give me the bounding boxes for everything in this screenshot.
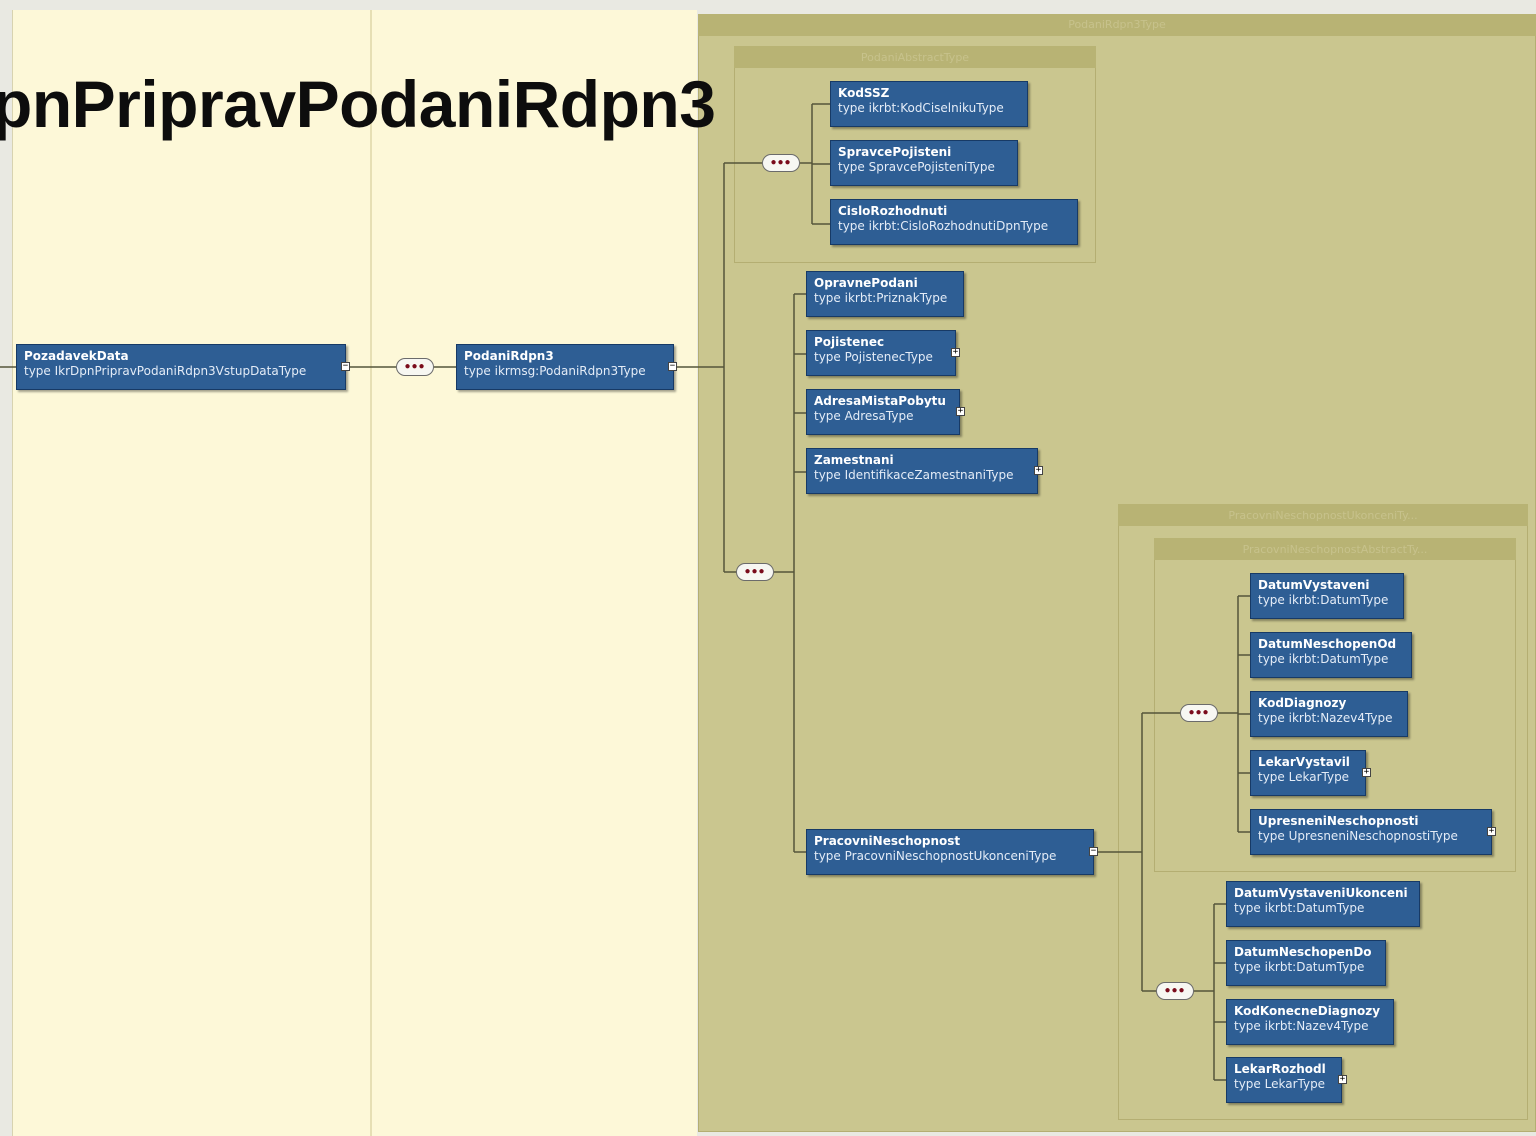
node-name: KodDiagnozy bbox=[1258, 696, 1347, 710]
node-type: type ikrbt:DatumType bbox=[1234, 960, 1365, 974]
node-name: PracovniNeschopnost bbox=[814, 834, 961, 848]
node-datumvystaveniukonceni[interactable]: DatumVystaveniUkonceni type ikrbt:DatumT… bbox=[1226, 881, 1420, 927]
node-name: DatumVystaveni bbox=[1258, 578, 1370, 592]
node-name: CisloRozhodnuti bbox=[838, 204, 948, 218]
node-name: KodSSZ bbox=[838, 86, 890, 100]
node-type: type IdentifikaceZamestnaniType bbox=[814, 468, 1014, 482]
node-name: KodKonecneDiagnozy bbox=[1234, 1004, 1381, 1018]
node-name: LekarRozhodl bbox=[1234, 1062, 1326, 1076]
collapse-icon[interactable]: − bbox=[341, 362, 350, 371]
collapse-icon[interactable]: − bbox=[668, 362, 677, 371]
node-name: PozadavekData bbox=[24, 349, 129, 363]
node-type: type ikrbt:Nazev4Type bbox=[1234, 1019, 1369, 1033]
node-type: type LekarType bbox=[1234, 1077, 1326, 1091]
node-name: UpresneniNeschopnosti bbox=[1258, 814, 1419, 828]
node-datumneschopendo[interactable]: DatumNeschopenDo type ikrbt:DatumType bbox=[1226, 940, 1386, 986]
node-lekarvystavil[interactable]: LekarVystavil type LekarType bbox=[1250, 750, 1366, 796]
node-cislorozhodnuti[interactable]: CisloRozhodnuti type ikrbt:CisloRozhodnu… bbox=[830, 199, 1078, 245]
node-type: type ikrbt:PriznakType bbox=[814, 291, 948, 305]
node-name: Zamestnani bbox=[814, 453, 894, 467]
expand-icon[interactable]: + bbox=[1338, 1075, 1347, 1084]
expand-icon[interactable]: + bbox=[956, 407, 965, 416]
node-kodssz[interactable]: KodSSZ type ikrbt:KodCiselnikuType bbox=[830, 81, 1028, 127]
node-type: type ikrbt:DatumType bbox=[1234, 901, 1365, 915]
sequence-compositor[interactable]: ●●● bbox=[1156, 982, 1194, 1000]
node-name: DatumVystaveniUkonceni bbox=[1234, 886, 1408, 900]
node-type: type PojistenecType bbox=[814, 350, 933, 364]
node-zamestnani[interactable]: Zamestnani type IdentifikaceZamestnaniTy… bbox=[806, 448, 1038, 494]
node-name: PodaniRdpn3 bbox=[464, 349, 554, 363]
node-podanirdpn3[interactable]: PodaniRdpn3 type ikrmsg:PodaniRdpn3Type bbox=[456, 344, 674, 390]
node-pojistenec[interactable]: Pojistenec type PojistenecType bbox=[806, 330, 956, 376]
sequence-compositor[interactable]: ●●● bbox=[736, 563, 774, 581]
node-datumneschopenod[interactable]: DatumNeschopenOd type ikrbt:DatumType bbox=[1250, 632, 1412, 678]
node-kodkonecnediagnozy[interactable]: KodKonecneDiagnozy type ikrbt:Nazev4Type bbox=[1226, 999, 1394, 1045]
node-adresamistapobytu[interactable]: AdresaMistaPobytu type AdresaType bbox=[806, 389, 960, 435]
node-type: type PracovniNeschopnostUkonceniType bbox=[814, 849, 1057, 863]
node-type: type IkrDpnPripravPodaniRdpn3VstupDataTy… bbox=[24, 364, 307, 378]
node-datumvystaveni[interactable]: DatumVystaveni type ikrbt:DatumType bbox=[1250, 573, 1404, 619]
expand-icon[interactable]: + bbox=[1487, 827, 1496, 836]
node-upresnenineschopnosti[interactable]: UpresneniNeschopnosti type UpresneniNesc… bbox=[1250, 809, 1492, 855]
collapse-icon[interactable]: − bbox=[1089, 847, 1098, 856]
node-name: OpravnePodani bbox=[814, 276, 918, 290]
expand-icon[interactable]: + bbox=[1362, 768, 1371, 777]
node-type: type ikrbt:Nazev4Type bbox=[1258, 711, 1393, 725]
sequence-compositor[interactable]: ●●● bbox=[1180, 704, 1218, 722]
diagram-canvas: PodaniRdpn3Type PodaniAbstractType Praco… bbox=[0, 0, 1536, 1136]
sequence-compositor[interactable]: ●●● bbox=[762, 154, 800, 172]
node-type: type ikrmsg:PodaniRdpn3Type bbox=[464, 364, 646, 378]
sequence-compositor[interactable]: ●●● bbox=[396, 358, 434, 376]
node-type: type ikrbt:DatumType bbox=[1258, 652, 1389, 666]
node-type: type ikrbt:CisloRozhodnutiDpnType bbox=[838, 219, 1049, 233]
node-name: LekarVystavil bbox=[1258, 755, 1350, 769]
node-name: DatumNeschopenDo bbox=[1234, 945, 1372, 959]
node-type: type AdresaType bbox=[814, 409, 914, 423]
node-name: DatumNeschopenOd bbox=[1258, 637, 1397, 651]
node-lekarrozhodl[interactable]: LekarRozhodl type LekarType bbox=[1226, 1057, 1342, 1103]
node-pozadavekdata[interactable]: PozadavekData type IkrDpnPripravPodaniRd… bbox=[16, 344, 346, 390]
node-opravnepodani[interactable]: OpravnePodani type ikrbt:PriznakType bbox=[806, 271, 964, 317]
node-type: type UpresneniNeschopnostiType bbox=[1258, 829, 1458, 843]
node-name: SpravcePojisteni bbox=[838, 145, 952, 159]
node-type: type ikrbt:DatumType bbox=[1258, 593, 1389, 607]
node-type: type ikrbt:KodCiselnikuType bbox=[838, 101, 1004, 115]
expand-icon[interactable]: + bbox=[951, 348, 960, 357]
node-koddiagnozy[interactable]: KodDiagnozy type ikrbt:Nazev4Type bbox=[1250, 691, 1408, 737]
expand-icon[interactable]: + bbox=[1034, 466, 1043, 475]
node-type: type SpravcePojisteniType bbox=[838, 160, 995, 174]
node-type: type LekarType bbox=[1258, 770, 1350, 784]
node-pracovnineschopnost[interactable]: PracovniNeschopnost type PracovniNeschop… bbox=[806, 829, 1094, 875]
node-name: AdresaMistaPobytu bbox=[814, 394, 946, 408]
node-spravcepojisteni[interactable]: SpravcePojisteni type SpravcePojisteniTy… bbox=[830, 140, 1018, 186]
node-name: Pojistenec bbox=[814, 335, 885, 349]
page-title: pnPripravPodaniRdpn3 bbox=[0, 67, 716, 141]
